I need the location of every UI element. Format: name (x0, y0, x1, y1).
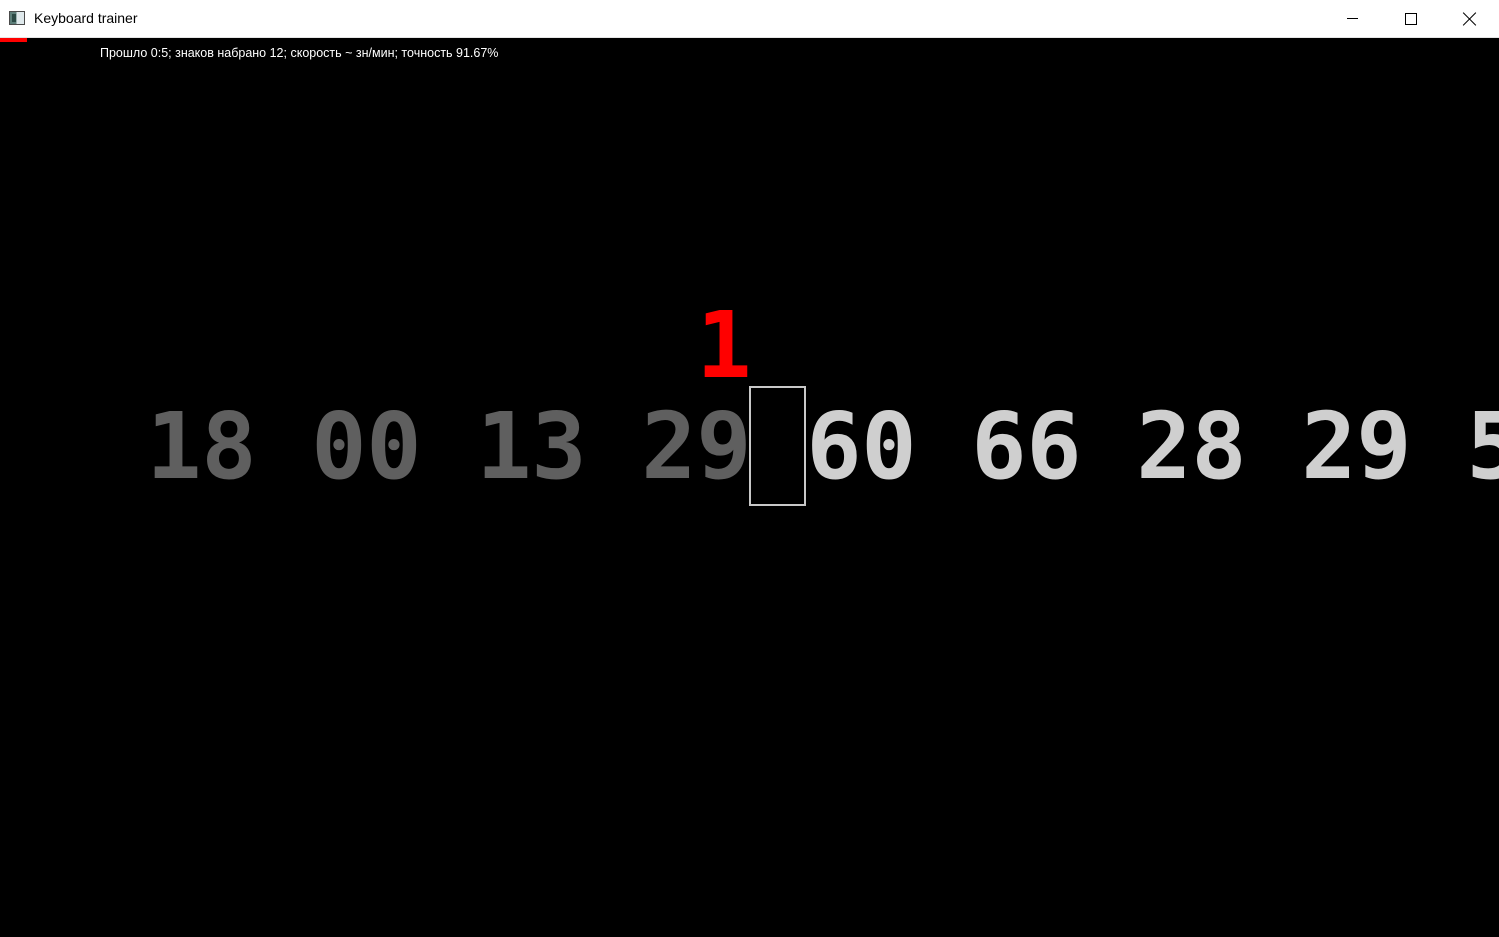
typed-character: 0 (311, 393, 367, 500)
typed-character: 1 (146, 393, 202, 500)
pending-character: 8 (1191, 393, 1247, 500)
progress-fill (0, 38, 27, 42)
maximize-icon (1405, 13, 1417, 25)
pending-character: 2 (1301, 393, 1357, 500)
typed-character: 1 (476, 393, 532, 500)
typed-character: 0 (366, 393, 422, 500)
pending-character: 6 (971, 393, 1027, 500)
pending-character: 0 (861, 393, 917, 500)
typed-character: 2 (641, 393, 697, 500)
pending-character: 9 (1356, 393, 1412, 500)
pending-character: 6 (806, 393, 862, 500)
title-bar[interactable]: Keyboard trainer (0, 0, 1499, 38)
pending-character: 6 (1026, 393, 1082, 500)
app-window-icon (9, 11, 25, 25)
stats-line: Прошло 0:5; знаков набрано 12; скорость … (100, 46, 499, 60)
typed-character: 8 (201, 393, 257, 500)
pending-character: 2 (1136, 393, 1192, 500)
input-cursor (749, 386, 806, 506)
progress-bar (0, 38, 1499, 42)
app-window: Keyboard trainer Прошло 0:5; знаков набр… (0, 0, 1499, 937)
typed-character: 9 (696, 393, 752, 500)
window-title: Keyboard trainer (34, 10, 138, 26)
pending-character: 5 (1466, 393, 1499, 500)
maximize-button[interactable] (1382, 0, 1440, 37)
close-button[interactable] (1441, 0, 1499, 37)
close-icon (1463, 12, 1477, 26)
typed-character: 3 (531, 393, 587, 500)
error-character: 1 (696, 292, 752, 399)
minimize-button[interactable] (1324, 0, 1382, 37)
minimize-icon (1347, 18, 1358, 19)
